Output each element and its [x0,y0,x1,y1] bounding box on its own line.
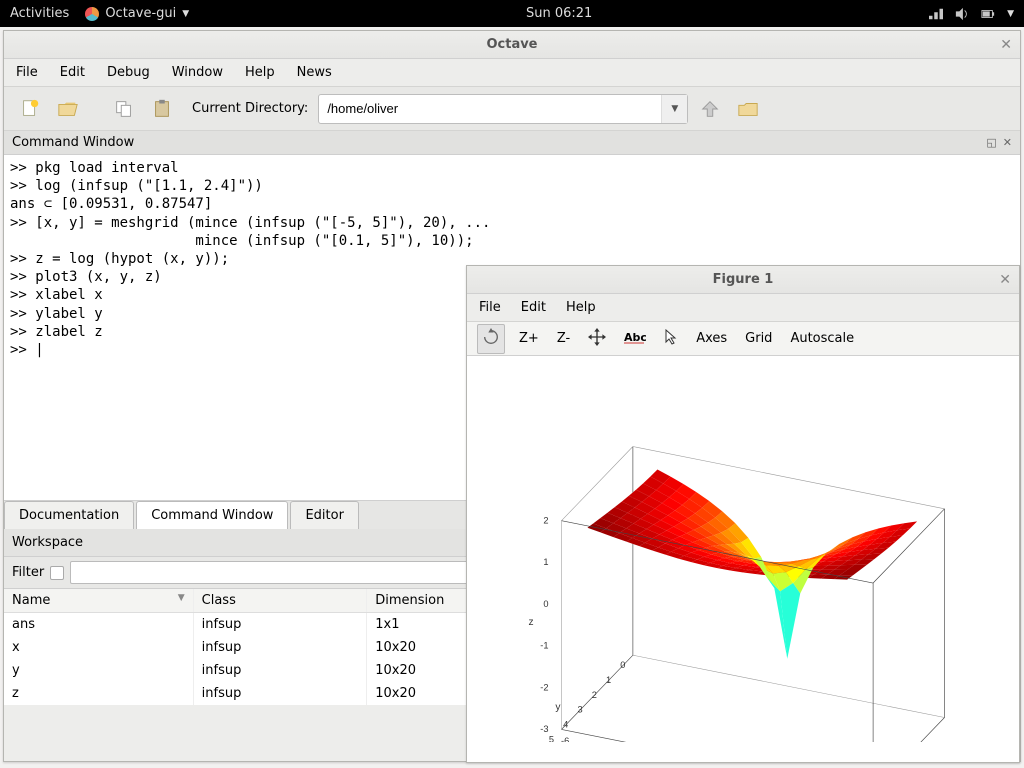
battery-icon[interactable] [981,7,995,21]
svg-text:2: 2 [592,690,597,700]
plot-canvas[interactable]: -3-2-1012z-6-4-20246x012345y [467,356,1019,762]
svg-text:-3: -3 [540,724,548,734]
svg-text:-2: -2 [540,682,548,692]
tab-documentation[interactable]: Documentation [4,501,134,529]
figure-close-icon[interactable]: ✕ [999,272,1011,288]
menu-news[interactable]: News [297,65,332,80]
new-script-button[interactable] [14,93,46,125]
paste-button[interactable] [146,93,178,125]
svg-text:1: 1 [606,675,611,685]
folder-open-icon [57,98,79,120]
chevron-down-icon: ▼ [671,104,678,114]
pan-button[interactable] [584,325,610,353]
directory-dropdown-button[interactable]: ▼ [661,95,687,123]
figure-titlebar[interactable]: Figure 1 ✕ [467,266,1019,294]
pane-close-button[interactable]: ✕ [1003,136,1012,149]
axes-button[interactable]: Axes [692,328,731,349]
svg-text:5: 5 [549,734,554,742]
octave-toolbar: Current Directory: ▼ [4,87,1020,131]
svg-text:y: y [555,702,561,713]
figure-title: Figure 1 [713,272,774,287]
pan-icon [588,328,606,346]
grid-button[interactable]: Grid [741,328,776,349]
cursor-icon [664,329,678,345]
menu-edit[interactable]: Edit [60,65,85,80]
volume-icon[interactable] [955,7,969,21]
current-directory-input[interactable] [319,101,661,116]
chevron-down-icon: ▼ [182,9,189,19]
copy-icon [113,98,135,120]
gnome-top-bar: Activities Octave-gui ▼ Sun 06:21 ▼ [0,0,1024,27]
clock[interactable]: Sun 06:21 [189,6,929,21]
command-window-label: Command Window [12,135,134,150]
text-button[interactable]: Abc [620,326,650,352]
copy-button[interactable] [108,93,140,125]
browse-dir-button[interactable] [732,93,764,125]
tab-editor[interactable]: Editor [290,501,358,529]
network-icon[interactable] [929,7,943,21]
svg-text:4: 4 [563,720,568,730]
system-menu-chevron-icon[interactable]: ▼ [1007,9,1014,19]
tab-command-window[interactable]: Command Window [136,501,288,529]
select-button[interactable] [660,326,682,352]
filter-label: Filter [12,565,44,580]
close-icon[interactable]: ✕ [1000,37,1012,53]
menu-debug[interactable]: Debug [107,65,150,80]
figure-menu-help[interactable]: Help [566,300,596,315]
menu-help[interactable]: Help [245,65,275,80]
app-menu[interactable]: Octave-gui ▼ [85,6,189,21]
paste-icon [151,98,173,120]
figure-menu-file[interactable]: File [479,300,501,315]
svg-text:-6: -6 [561,736,569,742]
folder-icon [737,98,759,120]
ws-col-class[interactable]: Class [193,589,367,613]
rotate-button[interactable] [477,324,505,354]
svg-text:0: 0 [620,660,625,670]
text-icon: Abc [624,329,646,345]
activities-button[interactable]: Activities [10,6,69,21]
octave-logo-icon [85,7,99,21]
octave-menubar: File Edit Debug Window Help News [4,59,1020,87]
filter-checkbox[interactable] [50,566,64,580]
figure-menubar: File Edit Help [467,294,1019,322]
open-folder-button[interactable] [52,93,84,125]
rotate-icon [482,328,500,346]
menu-window[interactable]: Window [172,65,223,80]
filter-input[interactable] [70,561,470,584]
dir-up-button[interactable] [694,93,726,125]
undock-button[interactable]: ◱ [986,136,996,149]
svg-text:0: 0 [543,599,548,609]
svg-text:1: 1 [543,557,548,567]
current-directory-label: Current Directory: [192,101,308,116]
svg-text:2: 2 [543,515,548,525]
app-menu-label: Octave-gui [105,6,176,21]
autoscale-button[interactable]: Autoscale [786,328,858,349]
octave-title: Octave [486,37,537,52]
figure-toolbar: Z+ Z- Abc Axes Grid Autoscale [467,322,1019,356]
new-file-icon [19,98,41,120]
zoom-out-button[interactable]: Z- [553,328,574,349]
current-directory-combo[interactable]: ▼ [318,94,688,124]
menu-file[interactable]: File [16,65,38,80]
svg-text:Abc: Abc [624,331,646,344]
figure-window: Figure 1 ✕ File Edit Help Z+ Z- Abc Axes… [466,265,1020,763]
zoom-in-button[interactable]: Z+ [515,328,543,349]
command-window-pane-header: Command Window ◱ ✕ [4,131,1020,155]
ws-col-name[interactable]: Name▼ [4,589,193,613]
octave-titlebar[interactable]: Octave ✕ [4,31,1020,59]
svg-text:3: 3 [577,705,582,715]
svg-text:-1: -1 [540,641,548,651]
svg-text:z: z [529,617,534,628]
figure-menu-edit[interactable]: Edit [521,300,546,315]
up-arrow-icon [699,98,721,120]
